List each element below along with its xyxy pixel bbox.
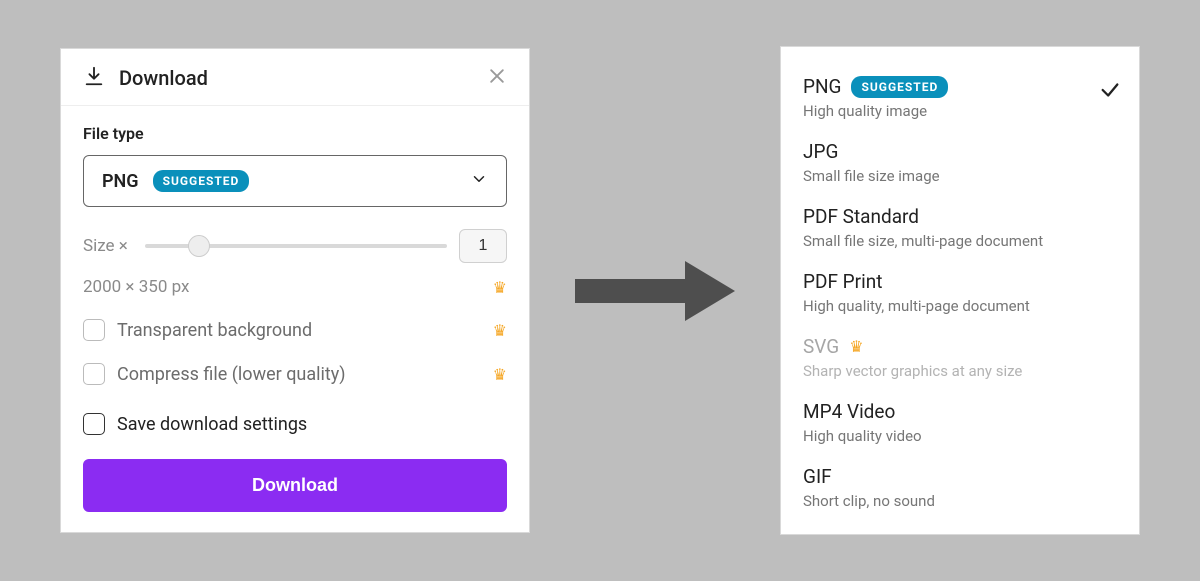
file-type-name: MP4 Video [803,400,895,423]
file-type-option[interactable]: JPG Small file size image [803,130,1131,195]
file-type-name: JPG [803,140,838,163]
file-type-option[interactable]: PDF Print High quality, multi-page docume… [803,260,1131,325]
crown-icon: ♛ [849,337,863,356]
suggested-badge: SUGGESTED [851,76,948,98]
file-type-desc: Short clip, no sound [803,492,1117,510]
suggested-badge: SUGGESTED [153,170,250,192]
file-type-option[interactable]: GIF Short clip, no sound [803,455,1131,520]
slider-thumb[interactable] [188,235,210,257]
file-type-desc: Small file size, multi-page document [803,232,1117,250]
illustration-arrow [570,251,740,331]
file-type-label: File type [83,124,507,143]
file-type-list: PNG SUGGESTED High quality image JPG Small f… [780,46,1140,535]
file-type-desc: High quality video [803,427,1117,445]
crown-icon: ♛ [493,278,507,297]
crown-icon: ♛ [493,365,507,384]
chevron-down-icon [470,170,488,192]
dimensions-text: 2000 × 350 px [83,277,189,297]
file-type-option[interactable]: SVG ♛ Sharp vector graphics at any size [803,325,1131,390]
file-type-name: PNG [803,75,841,98]
file-type-name: PDF Standard [803,205,919,228]
save-settings-checkbox[interactable] [83,413,105,435]
panel-title: Download [119,66,208,90]
file-type-option[interactable]: PDF Standard Small file size, multi-page … [803,195,1131,260]
size-slider[interactable] [145,234,447,258]
panel-header: Download [61,49,529,106]
download-icon [83,65,105,91]
file-type-option[interactable]: MP4 Video High quality video [803,390,1131,455]
size-input[interactable] [459,229,507,263]
file-type-desc: High quality, multi-page document [803,297,1117,315]
download-button[interactable]: Download [83,459,507,512]
close-icon[interactable] [487,66,507,90]
download-panel: Download File type PNG SUGGESTED Size × [60,48,530,533]
transparent-bg-checkbox[interactable] [83,319,105,341]
file-type-desc: High quality image [803,102,1117,120]
size-label: Size × [83,236,133,256]
check-icon [1099,79,1121,105]
file-type-name: GIF [803,465,832,488]
crown-icon: ♛ [493,321,507,340]
file-type-select[interactable]: PNG SUGGESTED [83,155,507,207]
file-type-name: PDF Print [803,270,882,293]
selected-type-value: PNG [102,171,139,192]
file-type-name: SVG [803,335,839,358]
save-settings-label: Save download settings [117,414,307,435]
compress-checkbox[interactable] [83,363,105,385]
file-type-desc: Small file size image [803,167,1117,185]
file-type-desc: Sharp vector graphics at any size [803,362,1117,380]
transparent-bg-label: Transparent background [117,320,312,341]
file-type-option[interactable]: PNG SUGGESTED High quality image [803,65,1131,130]
compress-label: Compress file (lower quality) [117,364,346,385]
